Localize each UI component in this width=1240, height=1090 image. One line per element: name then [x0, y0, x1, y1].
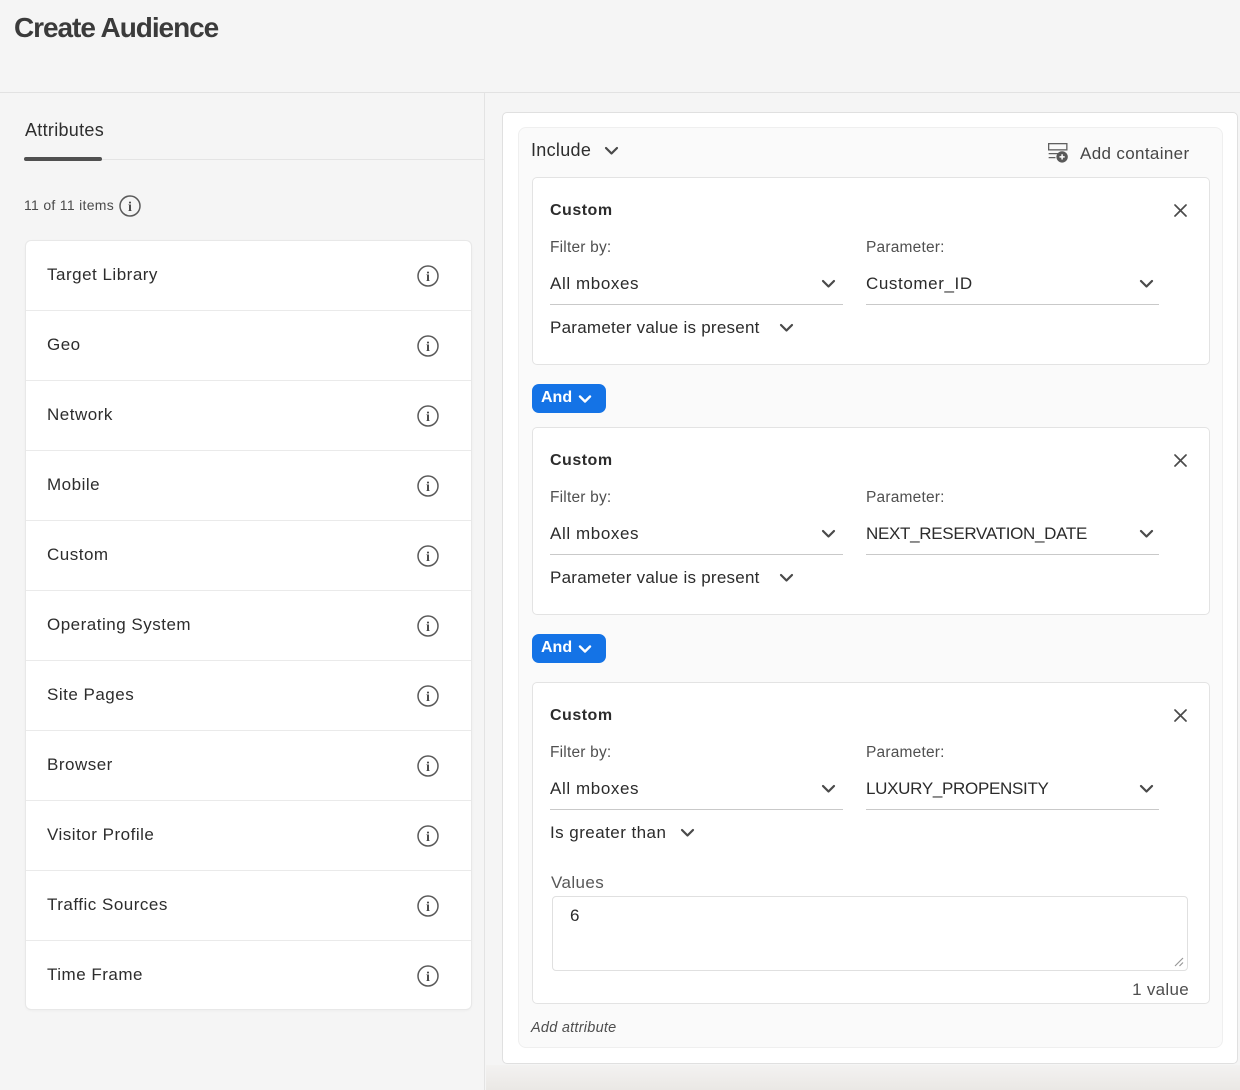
svg-text:i: i — [426, 410, 430, 425]
svg-text:i: i — [426, 550, 430, 565]
svg-text:i: i — [426, 970, 430, 985]
svg-text:i: i — [426, 270, 430, 285]
svg-text:i: i — [426, 830, 430, 845]
svg-text:i: i — [426, 620, 430, 635]
svg-text:i: i — [128, 200, 132, 215]
svg-text:i: i — [426, 760, 430, 775]
svg-text:i: i — [426, 900, 430, 915]
svg-text:i: i — [426, 690, 430, 705]
svg-text:i: i — [426, 340, 430, 355]
svg-text:i: i — [426, 480, 430, 495]
